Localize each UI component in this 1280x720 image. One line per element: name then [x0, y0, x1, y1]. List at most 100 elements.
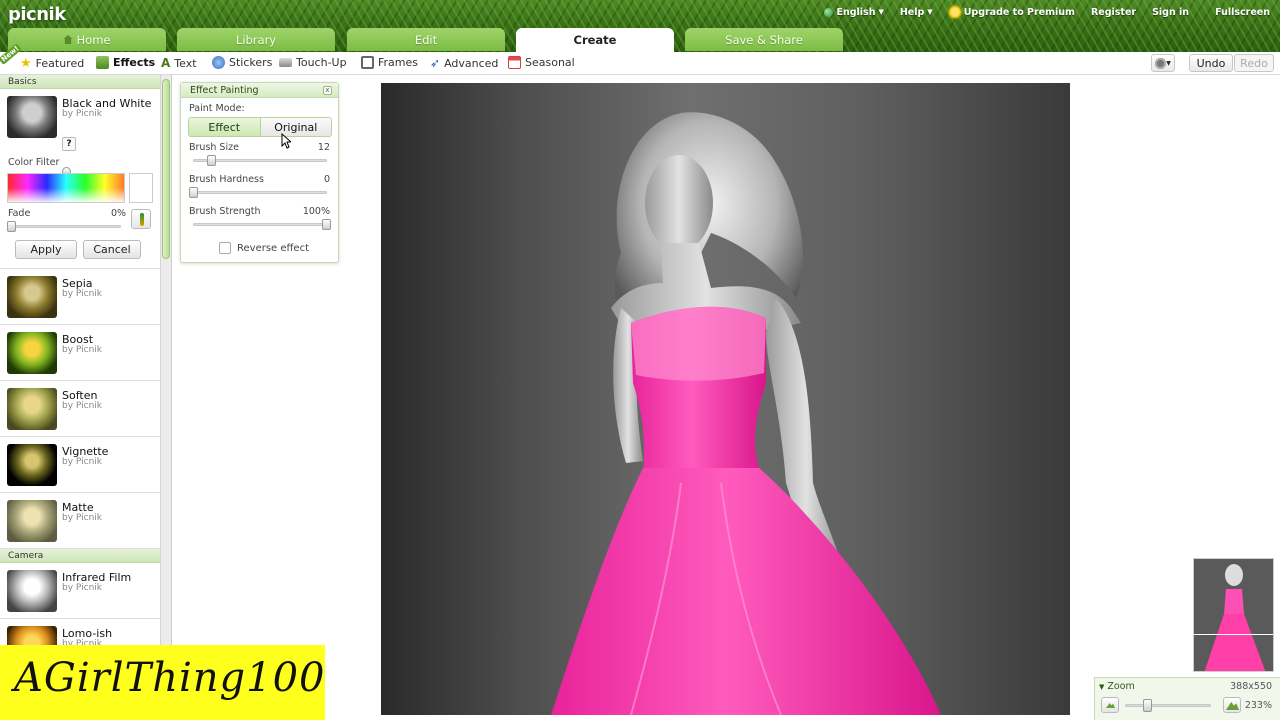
effect-infrared-film[interactable]: Infrared Film by Picnik [0, 563, 160, 619]
zoom-out-button[interactable] [1101, 697, 1119, 713]
watermark-overlay: AGirlThing100 [0, 645, 325, 720]
frog-thumbnail [7, 276, 57, 318]
frog-thumbnail [7, 444, 57, 486]
effects-icon [96, 56, 109, 69]
zoom-slider[interactable] [1125, 704, 1211, 707]
subtab-frames-label: Frames [378, 56, 419, 69]
section-camera: Camera [0, 549, 171, 563]
tab-home[interactable]: Home [8, 28, 166, 51]
mountain-small-icon [1106, 703, 1115, 708]
subtab-seasonal-label: Seasonal [525, 56, 575, 69]
tab-library[interactable]: Library [177, 28, 335, 51]
fade-slider-knob[interactable] [7, 221, 16, 232]
redo-button[interactable]: Redo [1234, 54, 1274, 72]
zoom-toggle[interactable]: ▼ Zoom [1099, 681, 1135, 692]
subtab-frames[interactable]: Frames [361, 56, 418, 69]
close-button[interactable]: x [323, 86, 332, 95]
subtab-effects[interactable]: Effects [96, 56, 155, 69]
undo-button[interactable]: Undo [1189, 54, 1233, 72]
effect-black-and-white[interactable]: Black and White by Picnik ? Color Filter… [0, 89, 160, 269]
fade-slider[interactable] [9, 225, 121, 228]
language-menu[interactable]: English ▼ [816, 7, 891, 18]
tab-edit[interactable]: Edit [347, 28, 505, 51]
star-icon: ★ [20, 56, 32, 71]
scrollbar-thumb[interactable] [162, 79, 170, 259]
effect-matte[interactable]: Matte by Picnik [0, 493, 160, 549]
register-link[interactable]: Register [1083, 7, 1144, 18]
panel-title: Effect Painting [181, 83, 338, 98]
effect-author: by Picnik [62, 513, 102, 523]
settings-button[interactable]: ▼ [1151, 54, 1175, 72]
subtab-stickers-label: Stickers [229, 56, 273, 69]
eyedropper-button[interactable] [131, 209, 151, 229]
help-menu[interactable]: Help ▼ [892, 7, 941, 18]
effect-boost[interactable]: Boost by Picnik [0, 325, 160, 381]
color-filter-label: Color Filter [8, 157, 60, 168]
sign-in-link[interactable]: Sign in [1144, 7, 1197, 18]
tab-save-share[interactable]: Save & Share [685, 28, 843, 51]
photo-canvas[interactable] [381, 83, 1070, 715]
brush-strength-value: 100% [302, 206, 330, 217]
top-links: English ▼ Help ▼ Upgrade to Premium Regi… [816, 4, 1280, 20]
brush-strength-knob[interactable] [322, 219, 331, 230]
calendar-icon [508, 56, 521, 69]
brush-hardness-slider[interactable] [193, 191, 327, 194]
mode-effect-button[interactable]: Effect [189, 118, 260, 136]
zoom-slider-knob[interactable] [1143, 699, 1152, 712]
photo-image [551, 112, 941, 715]
subtab-advanced-label: Advanced [444, 56, 499, 70]
subtab-stickers[interactable]: Stickers [212, 56, 272, 69]
chevron-down-icon: ▼ [1166, 59, 1171, 67]
frames-icon [361, 56, 374, 69]
navigator-thumbnail[interactable] [1193, 558, 1274, 672]
effect-author: by Picnik [62, 109, 102, 119]
effect-author: by Picnik [62, 401, 102, 411]
frog-thumbnail [7, 388, 57, 430]
zoom-in-button[interactable] [1223, 697, 1241, 713]
frog-thumbnail [7, 500, 57, 542]
subtab-seasonal[interactable]: Seasonal [508, 56, 575, 69]
zoom-percent: 233% [1244, 700, 1272, 711]
paint-mode-toggle: Effect Original [188, 117, 332, 137]
subtab-featured[interactable]: ★ Featured [20, 56, 84, 71]
brush-size-value: 12 [317, 142, 330, 153]
color-filter-picker[interactable] [7, 173, 125, 203]
skirt-shape [551, 468, 941, 715]
app-logo[interactable]: picnik [8, 4, 66, 25]
effect-soften[interactable]: Soften by Picnik [0, 381, 160, 437]
stickers-icon [212, 56, 225, 69]
mode-original-button[interactable]: Original [259, 118, 331, 136]
language-label: English [836, 6, 876, 18]
reverse-effect-checkbox[interactable] [219, 242, 231, 254]
mouse-cursor-icon [281, 133, 291, 149]
upgrade-link[interactable]: Upgrade to Premium [941, 6, 1083, 18]
globe-icon [824, 7, 834, 17]
cancel-button[interactable]: Cancel [83, 240, 141, 259]
subtab-advanced[interactable]: ➶ Advanced [430, 56, 498, 70]
reverse-effect-label: Reverse effect [237, 243, 309, 254]
subtab-text[interactable]: A Text [161, 56, 197, 70]
zoom-label: Zoom [1107, 681, 1135, 692]
fade-label: Fade [8, 208, 31, 219]
effect-vignette[interactable]: Vignette by Picnik [0, 437, 160, 493]
effect-sepia[interactable]: Sepia by Picnik [0, 269, 160, 325]
fullscreen-link[interactable]: Fullscreen [1197, 7, 1280, 18]
brush-hardness-knob[interactable] [189, 187, 198, 198]
effect-author: by Picnik [62, 289, 102, 299]
brush-strength-label: Brush Strength [189, 206, 261, 217]
rocket-icon: ➶ [430, 56, 441, 70]
help-label: Help [899, 6, 925, 18]
help-button[interactable]: ? [62, 137, 76, 151]
tab-create[interactable]: Create [516, 28, 674, 52]
brush-size-knob[interactable] [207, 155, 216, 166]
subtab-touchup[interactable]: Touch-Up [279, 56, 347, 69]
sun-icon [948, 6, 961, 18]
apply-button[interactable]: Apply [15, 240, 77, 259]
effect-author: by Picnik [62, 457, 102, 467]
watermark-text: AGirlThing100 [14, 655, 326, 701]
effects-scrollbar[interactable] [160, 75, 171, 720]
color-swatch[interactable] [129, 173, 153, 203]
text-icon: A [161, 56, 171, 70]
effect-author: by Picnik [62, 583, 102, 593]
brush-strength-slider[interactable] [193, 223, 327, 226]
